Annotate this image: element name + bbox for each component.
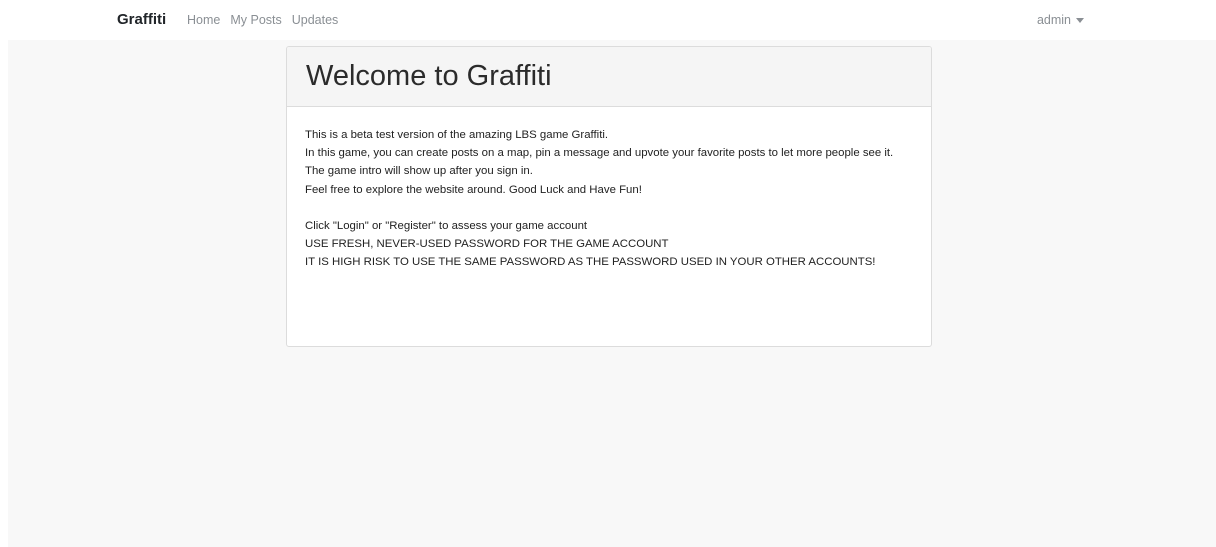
intro-line: This is a beta test version of the amazi…: [305, 129, 609, 141]
user-dropdown[interactable]: admin: [1037, 13, 1084, 27]
nav-updates-link[interactable]: Updates: [292, 13, 339, 27]
user-name: admin: [1036, 13, 1071, 27]
card-header: Welcome to Graffiti: [287, 47, 931, 107]
nav-my-posts-link[interactable]: My Posts: [230, 13, 281, 27]
intro-line: The game intro will show up after you si…: [305, 165, 533, 178]
top-navbar: Graffiti Home My Posts Updates admin: [0, 0, 1216, 40]
notice-line: IT IS HIGH RISK TO USE THE SAME PASSWORD…: [305, 256, 876, 269]
caret-down-icon: [1076, 18, 1084, 23]
notice-line: Click "Login" or "Register" to assess yo…: [305, 220, 588, 232]
notice-line: USE FRESH, NEVER-USED PASSWORD FOR THE G…: [305, 238, 669, 251]
welcome-card: Welcome to Graffiti This is a beta test …: [286, 46, 932, 347]
nav-home-link[interactable]: Home: [187, 13, 220, 27]
intro-line: In this game, you can create posts on a …: [305, 147, 894, 160]
brand-link[interactable]: Graffiti: [117, 11, 166, 28]
card-title: Welcome to Graffiti: [306, 60, 552, 92]
nav-links: Home My Posts Updates: [187, 13, 338, 27]
intro-line: Feel free to explore the website around.…: [305, 183, 642, 196]
card-body: This is a beta test version of the amazi…: [287, 107, 931, 272]
